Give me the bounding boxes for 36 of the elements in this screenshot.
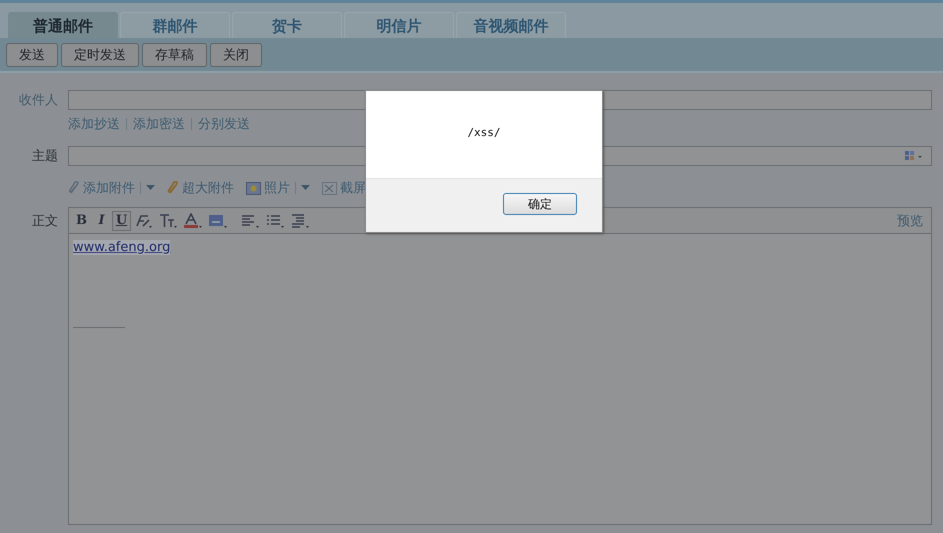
highlight-icon[interactable] <box>208 212 230 228</box>
paperclip-icon <box>68 181 80 195</box>
field-label: 收件人 <box>18 92 59 109</box>
link[interactable]: 分别发送 <box>198 115 250 133</box>
format-button[interactable]: U <box>113 212 130 230</box>
alert-message: /xss/ <box>467 126 501 141</box>
link[interactable]: www.afeng.org <box>73 240 170 255</box>
link[interactable]: 添加密送 <box>133 115 185 133</box>
field-label: 正文 <box>31 213 59 230</box>
paperclip-icon <box>167 181 179 195</box>
field-label: 主题 <box>31 148 59 165</box>
photo-icon <box>246 182 261 194</box>
tab[interactable]: 贺卡 <box>232 12 342 38</box>
font-size-icon[interactable] <box>158 212 180 228</box>
format-button[interactable]: I <box>93 212 110 230</box>
link[interactable]: 添加抄送 <box>68 115 120 133</box>
caret-icon[interactable] <box>301 185 310 191</box>
toolbar-button[interactable]: 发送 <box>6 42 58 66</box>
toolbar-button[interactable]: 存草稿 <box>142 42 207 66</box>
preview-link[interactable]: 预览 <box>897 212 923 230</box>
tab[interactable]: 普通邮件 <box>8 12 118 38</box>
toolbar-button[interactable]: 定时发送 <box>61 42 139 66</box>
attachment-link[interactable]: 添加附件 <box>83 179 135 197</box>
attachment-link[interactable]: 超大附件 <box>182 179 234 197</box>
tab[interactable]: 群邮件 <box>120 12 230 38</box>
tab[interactable]: 音视频邮件 <box>456 12 566 38</box>
grid-icon[interactable] <box>905 151 925 161</box>
attachment-link[interactable]: 照片 <box>264 179 290 197</box>
attachment-link[interactable]: 截屏 <box>340 179 366 197</box>
ok-button[interactable]: 确定 <box>503 193 577 215</box>
toolbar-button[interactable]: 关闭 <box>210 42 262 66</box>
tab[interactable]: 明信片 <box>344 12 454 38</box>
font-color-icon[interactable] <box>183 212 205 228</box>
screenshot-icon <box>322 182 337 194</box>
format-button[interactable]: B <box>73 212 90 230</box>
caret-icon[interactable] <box>146 185 155 191</box>
